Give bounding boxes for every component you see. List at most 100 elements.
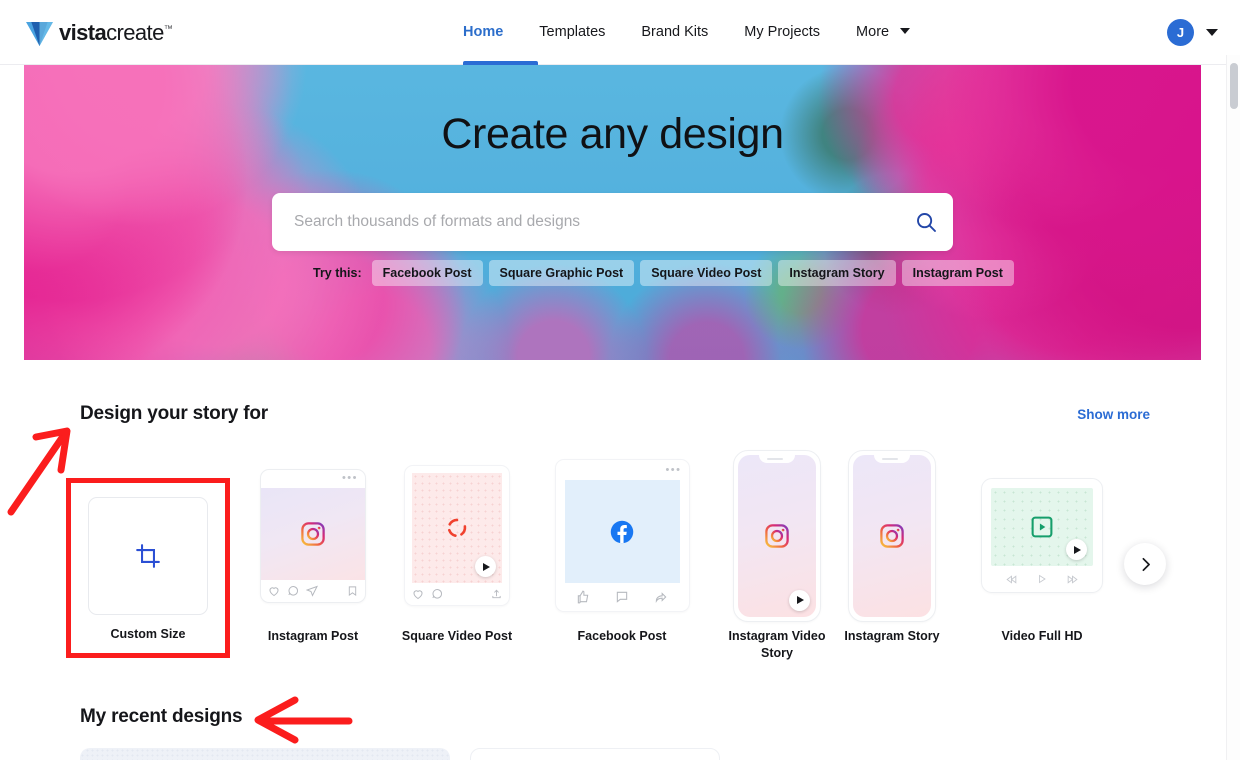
crop-icon	[135, 543, 161, 569]
heart-icon	[268, 585, 280, 597]
chip-instagram-story[interactable]: Instagram Story	[778, 260, 895, 286]
facebook-post-mock: •••	[555, 459, 690, 612]
recent-section-header: My recent designs	[80, 706, 1150, 728]
thumbnail	[733, 448, 821, 623]
format-card-square-video-post[interactable]: Square Video Post	[392, 448, 522, 645]
chip-square-video-post[interactable]: Square Video Post	[640, 260, 772, 286]
format-label: Square Video Post	[397, 628, 517, 645]
mock-header: •••	[261, 470, 365, 488]
account-menu[interactable]: J	[1167, 19, 1218, 46]
more-dots-icon: •••	[342, 473, 358, 484]
chevron-down-icon[interactable]	[1206, 29, 1218, 36]
avatar[interactable]: J	[1167, 19, 1194, 46]
thumbnail: •••	[260, 448, 366, 623]
recent-section-title: My recent designs	[80, 706, 242, 728]
nav-label-brand-kits: Brand Kits	[641, 24, 708, 40]
mock-media	[565, 480, 680, 583]
format-label: Instagram Video Story	[717, 628, 837, 662]
chevron-right-icon	[1137, 556, 1154, 573]
chip-facebook-post[interactable]: Facebook Post	[372, 260, 483, 286]
avatar-initial: J	[1177, 25, 1184, 40]
vistacreate-home-page: vistacreate™ Home Templates Brand Kits M…	[0, 0, 1240, 760]
try-this-row: Try this: Facebook Post Square Graphic P…	[313, 260, 1014, 286]
nav-item-more[interactable]: More	[838, 0, 928, 65]
instagram-post-mock: •••	[260, 469, 366, 603]
mock-media	[853, 455, 931, 617]
mock-header: •••	[556, 460, 689, 480]
format-label: Instagram Post	[253, 628, 373, 645]
logo-trademark: ™	[164, 24, 172, 34]
design-section-title: Design your story for	[80, 403, 268, 425]
page-title: Create any design	[24, 110, 1201, 159]
show-more-link[interactable]: Show more	[1077, 407, 1150, 422]
top-navigation-bar: vistacreate™ Home Templates Brand Kits M…	[0, 0, 1240, 65]
phone-notch	[759, 455, 795, 463]
scrollbar-thumb[interactable]	[1230, 63, 1238, 109]
instagram-icon	[764, 523, 790, 549]
mock-actions	[556, 583, 689, 611]
design-section-header: Design your story for Show more	[80, 403, 1150, 425]
play-icon	[1036, 573, 1048, 585]
chip-square-graphic-post[interactable]: Square Graphic Post	[489, 260, 635, 286]
mock-actions	[261, 580, 365, 602]
recent-design-placeholder[interactable]	[80, 748, 450, 760]
thumbnail	[848, 448, 936, 623]
nav-label-home: Home	[463, 24, 503, 40]
phone-notch	[874, 455, 910, 463]
mock-media	[261, 488, 365, 580]
nav-label-my-projects: My Projects	[744, 24, 820, 40]
upload-icon	[491, 588, 502, 600]
more-dots-icon: •••	[665, 465, 681, 476]
comment-icon	[615, 590, 629, 604]
thumbnail	[404, 448, 510, 623]
format-card-instagram-story[interactable]: Instagram Story	[827, 448, 957, 645]
vistacreate-logo[interactable]: vistacreate™	[26, 18, 172, 46]
format-card-instagram-post[interactable]: •••	[248, 448, 378, 645]
format-card-custom-size[interactable]: Custom Size	[66, 478, 230, 658]
search-icon[interactable]	[899, 210, 953, 234]
nav-label-more: More	[856, 24, 889, 40]
thumbnail	[88, 497, 208, 615]
recent-design-placeholder[interactable]	[470, 748, 720, 760]
nav-item-templates[interactable]: Templates	[521, 0, 623, 65]
nav-item-my-projects[interactable]: My Projects	[726, 0, 838, 65]
comment-icon	[287, 585, 299, 597]
thumbnail: •••	[555, 448, 690, 623]
format-label: Video Full HD	[982, 628, 1102, 645]
search-input[interactable]	[272, 193, 899, 251]
vista-triangle-logo-icon	[26, 21, 53, 46]
try-this-label: Try this:	[313, 266, 362, 280]
format-label: Custom Size	[110, 627, 185, 641]
thumbnail	[981, 448, 1103, 623]
instagram-icon	[300, 521, 326, 547]
play-square-icon	[1030, 515, 1055, 540]
rewind-icon	[1005, 573, 1018, 586]
mock-player-controls	[982, 566, 1102, 592]
format-card-video-full-hd[interactable]: Video Full HD	[962, 448, 1122, 645]
carousel-next-button[interactable]	[1124, 543, 1166, 585]
share-icon	[306, 585, 318, 597]
instagram-icon	[879, 523, 905, 549]
heart-icon	[412, 588, 424, 600]
video-loop-icon	[444, 515, 470, 541]
square-video-mock	[404, 465, 510, 606]
main-nav: Home Templates Brand Kits My Projects Mo…	[463, 0, 928, 65]
page-scrollbar[interactable]	[1226, 55, 1240, 760]
logo-word-vista: vista	[59, 20, 106, 45]
play-icon	[1066, 539, 1087, 560]
format-card-facebook-post[interactable]: ••• Facebook Post	[557, 448, 687, 645]
mock-media	[412, 473, 502, 583]
comment-icon	[431, 588, 443, 600]
phone-mock	[733, 450, 821, 622]
search-bar[interactable]	[272, 193, 953, 251]
format-label: Facebook Post	[562, 628, 682, 645]
bookmark-icon	[347, 585, 358, 597]
fast-forward-icon	[1066, 573, 1079, 586]
nav-label-templates: Templates	[539, 24, 605, 40]
mock-media	[991, 488, 1093, 566]
format-card-instagram-video-story[interactable]: Instagram Video Story	[712, 448, 842, 662]
nav-item-brand-kits[interactable]: Brand Kits	[623, 0, 726, 65]
chip-instagram-post[interactable]: Instagram Post	[902, 260, 1014, 286]
play-icon	[789, 590, 810, 611]
nav-item-home[interactable]: Home	[463, 0, 521, 65]
